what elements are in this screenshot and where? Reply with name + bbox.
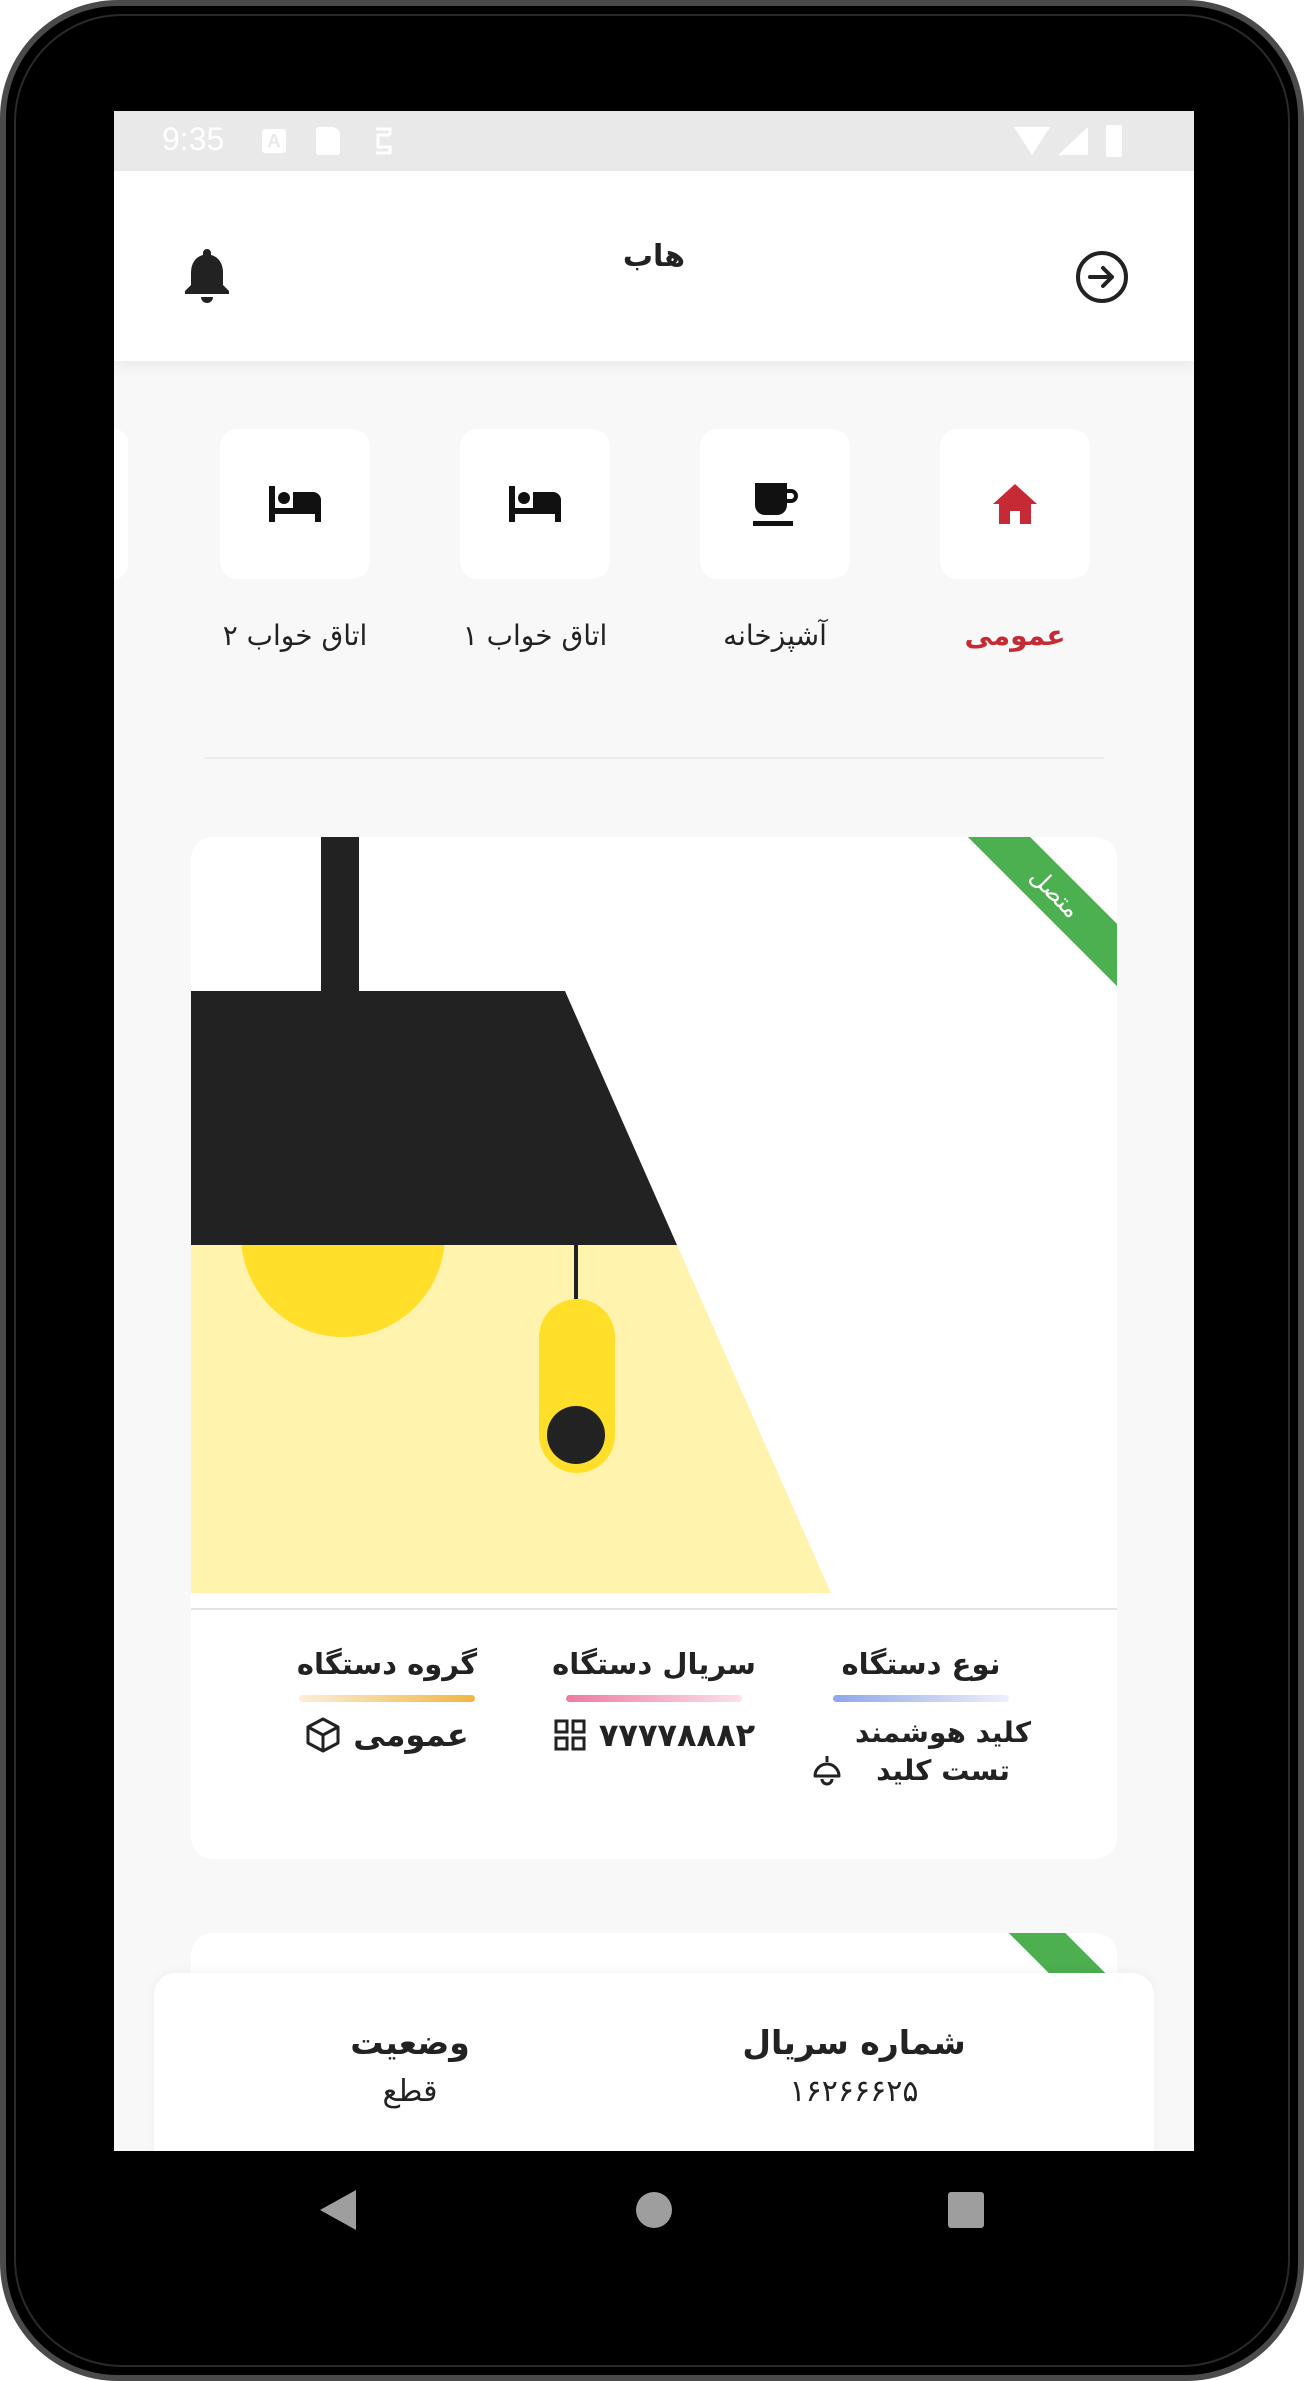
device-type-info: نوع دستگاه کلید هوشمند تست کلید: [801, 1647, 1041, 1790]
page-title: هاب: [622, 239, 686, 274]
status-info: وضعیت قطع: [260, 2023, 560, 2109]
device-type-line2: تست کلید: [876, 1754, 1010, 1787]
device-type-line1: کلید هوشمند: [855, 1716, 1031, 1749]
bed-icon: [509, 486, 561, 522]
device-group-title: گروه دستگاه: [296, 1647, 478, 1681]
lamp-icon: [813, 1756, 841, 1786]
card-separator: [191, 1608, 1117, 1610]
category-general[interactable]: عمومی: [940, 429, 1090, 652]
serial-number-info: شماره سریال ۱۶۲۶۶۶۲۵: [704, 2023, 1004, 2109]
category-list: عمومی آشپزخانه اتاق خواب ۱ اتاق خواب ۲: [114, 429, 1194, 729]
device-type-underline: [833, 1695, 1009, 1702]
category-bedroom-1[interactable]: اتاق خواب ۱: [460, 429, 610, 652]
signal-icon: [1058, 127, 1088, 155]
connection-ribbon: متصل: [957, 837, 1117, 997]
status-time: 9:35: [162, 121, 225, 157]
app-screen: 9:35 A هاب عمومی آشپزخانه اتاق خواب ۱ ات…: [114, 111, 1194, 2151]
nav-back-icon[interactable]: [320, 2190, 356, 2230]
section-divider: [204, 757, 1104, 759]
nav-recent-apps-icon[interactable]: [948, 2192, 984, 2228]
serial-number-value: ۱۶۲۶۶۶۲۵: [789, 2074, 919, 2109]
notification-a-icon: A: [262, 129, 286, 153]
device-serial-info: سریال دستگاه ۷۷۷۷۸۸۸۲: [534, 1647, 774, 1754]
category-label: اتاق خواب ۱: [462, 619, 608, 652]
device-type-title: نوع دستگاه: [841, 1647, 1001, 1681]
status-value: قطع: [382, 2074, 438, 2109]
category-label: عمومی: [964, 619, 1066, 652]
category-tile[interactable]: [940, 429, 1090, 579]
app-bar: هاب: [114, 171, 1194, 361]
box-icon: [306, 1717, 340, 1753]
device-group-value: عمومی: [267, 1716, 507, 1754]
grid-icon: [554, 1719, 586, 1751]
category-tile[interactable]: [700, 429, 850, 579]
device-serial-underline: [566, 1695, 742, 1702]
category-tile[interactable]: [460, 429, 610, 579]
device-detail-panel: شماره سریال ۱۶۲۶۶۶۲۵ وضعیت قطع: [154, 1973, 1154, 2151]
device-type-value: کلید هوشمند تست کلید: [801, 1714, 1041, 1790]
status-bar: 9:35 A: [114, 111, 1194, 171]
category-tile[interactable]: [220, 429, 370, 579]
device-serial-value: ۷۷۷۷۸۸۸۲: [534, 1716, 774, 1754]
arrow-right-circle-icon[interactable]: [1074, 249, 1130, 305]
category-label: اتاق خواب ۲: [222, 619, 368, 652]
device-group-info: گروه دستگاه عمومی: [267, 1647, 507, 1754]
bed-icon: [269, 486, 321, 522]
status-title: وضعیت: [350, 2023, 470, 2062]
sync-icon: [376, 127, 392, 155]
serial-number-title: شماره سریال: [742, 2023, 966, 2062]
battery-icon: [1106, 125, 1122, 157]
category-kitchen[interactable]: آشپزخانه: [700, 429, 850, 652]
nav-home-icon[interactable]: [636, 2192, 672, 2228]
connected-badge: متصل: [957, 837, 1117, 994]
device-serial-title: سریال دستگاه: [552, 1647, 756, 1681]
coffee-cup-icon: [753, 483, 798, 526]
device-serial-text: ۷۷۷۷۸۸۸۲: [598, 1716, 756, 1754]
category-label: آشپزخانه: [723, 619, 827, 652]
device-card[interactable]: متصل نوع دستگاه کلید هوشمند تست کلید سری…: [191, 837, 1117, 1859]
device-group-underline: [299, 1695, 475, 1702]
category-bedroom-2[interactable]: اتاق خواب ۲: [220, 429, 370, 652]
device-group-text: عمومی: [353, 1716, 469, 1754]
wifi-icon: [1014, 127, 1050, 155]
sd-card-icon: [316, 127, 340, 155]
device-type-text: کلید هوشمند تست کلید: [855, 1714, 1031, 1790]
home-icon: [993, 484, 1037, 524]
